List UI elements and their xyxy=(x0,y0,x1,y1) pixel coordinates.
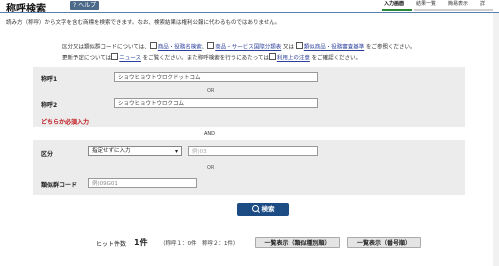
external-link-icon xyxy=(111,53,119,60)
note-text: をご覧ください。また称呼検索を行うにあたっては xyxy=(140,55,269,62)
help-button[interactable]: ? ヘルプ xyxy=(70,1,100,10)
step-progress-rest xyxy=(414,9,493,11)
ruiji-input[interactable]: 例)09G01 xyxy=(88,178,197,188)
link-international-classification[interactable]: 商品・サービス国際分類表 xyxy=(215,45,281,51)
chevron-down-icon: ▾ xyxy=(174,148,178,155)
and-label: AND xyxy=(204,131,216,137)
step-result-list: 結果一覧 xyxy=(416,1,437,7)
list-by-number-button[interactable]: 一覧表示（番号順） xyxy=(347,237,421,248)
kubun-input[interactable]: 例)03 xyxy=(188,146,318,156)
kubun-select[interactable]: 指定せずに入力 ▾ xyxy=(88,146,182,156)
label-shoko2: 称呼2 xyxy=(41,102,58,109)
shoko1-input[interactable]: ショウヒョウトウロクドットコム xyxy=(114,72,318,82)
label-kubun: 区分 xyxy=(41,151,54,158)
update-note: 更新予定については ニュース をご覧ください。また称呼検索を行うにあたっては 利用上… xyxy=(62,53,361,62)
note-text: 又は xyxy=(281,44,296,51)
hit-label: ヒット件数 xyxy=(96,241,127,248)
link-news[interactable]: ニュース xyxy=(119,56,141,62)
step-progress-active xyxy=(382,9,412,11)
external-link-icon xyxy=(268,53,276,60)
search-icon xyxy=(251,205,260,214)
note-text: をご確認ください。 xyxy=(309,55,362,62)
header-divider xyxy=(0,12,499,13)
kubun-select-value: 指定せずに入力 xyxy=(92,148,131,154)
external-link-icon xyxy=(295,42,303,49)
link-goods-services-search[interactable]: 商品・役務名検索 xyxy=(158,45,202,51)
external-link-icon xyxy=(207,42,215,49)
required-note: どちらか必須入力 xyxy=(41,119,90,126)
or-label-2: OR xyxy=(207,165,215,171)
note-text: をご参照ください。 xyxy=(364,44,416,51)
page-description: 読み方（称呼）から文字を含む商標を検索できます。なお、検索結果は権利公報に代わる… xyxy=(6,20,281,26)
step-simple-view: 簡易表示 xyxy=(448,1,469,7)
hit-breakdown: （称呼１：0件 称呼２：1件） xyxy=(160,241,239,247)
step-detail: 詳 xyxy=(480,1,486,7)
or-label: OR xyxy=(207,88,215,94)
link-examination-standards[interactable]: 類似商品・役務審査基準 xyxy=(304,45,365,51)
note-text: 更新予定については xyxy=(62,55,112,62)
vertical-scrollbar[interactable] xyxy=(493,13,499,266)
label-ruiji: 類似群コード xyxy=(41,182,78,189)
hit-count: 1件 xyxy=(134,238,148,247)
external-link-icon xyxy=(149,42,157,49)
label-shoko1: 称呼1 xyxy=(41,76,58,83)
search-button-label: 検索 xyxy=(261,205,275,213)
search-button[interactable]: 検索 xyxy=(237,203,289,216)
step-input: 入力画面 xyxy=(384,1,405,7)
list-by-similarity-button[interactable]: 一覧表示（類似種別順） xyxy=(255,237,340,248)
reference-note: 区分又は類似群コードについては、 商品・役務名検索、 商品・サービス国際分類表 又は… xyxy=(62,42,416,51)
link-terms-of-use[interactable]: 利用上の注意 xyxy=(277,56,310,62)
note-text: 区分又は類似群コードについては、 xyxy=(62,44,150,51)
shoko2-input[interactable]: ショウヒョウトウロクコム xyxy=(114,98,318,108)
